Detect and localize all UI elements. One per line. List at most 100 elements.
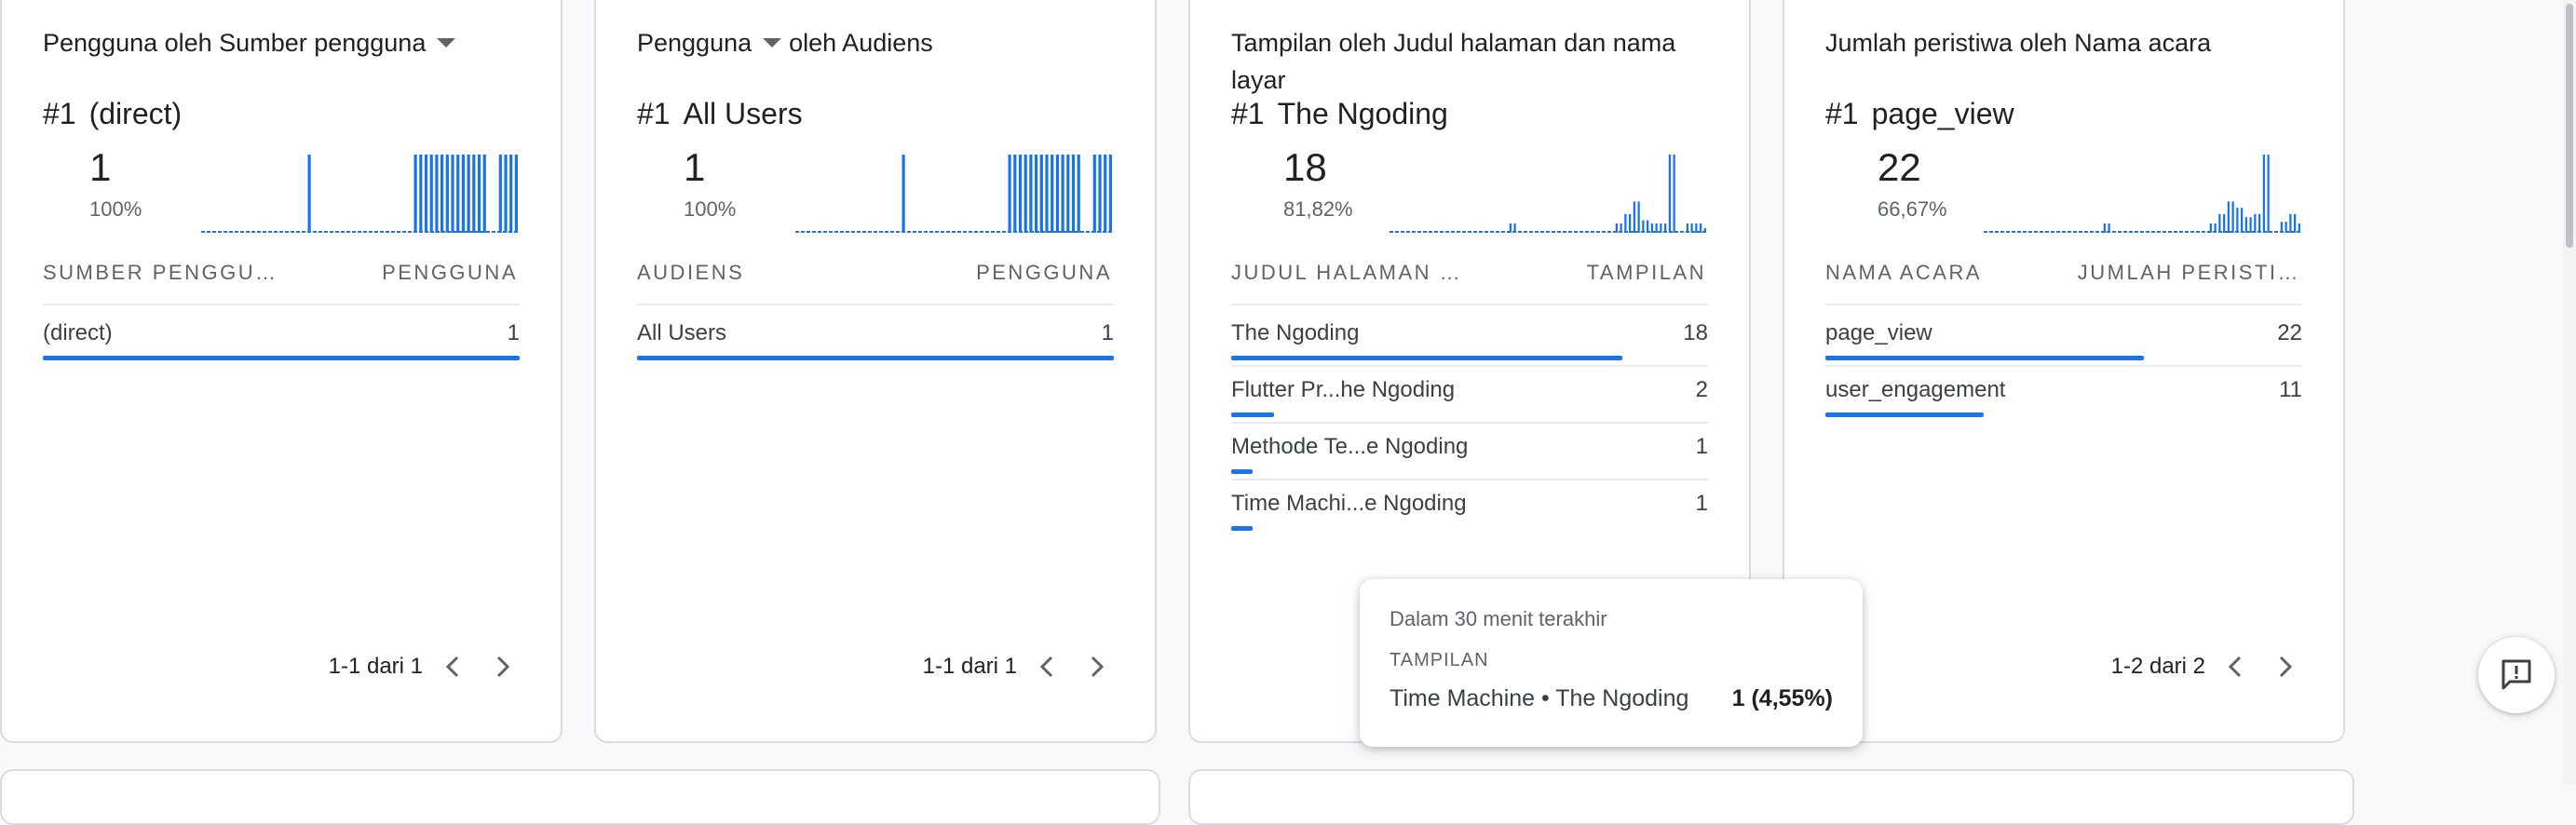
sparkline-bar[interactable] <box>414 155 417 233</box>
sparkline-bar[interactable] <box>1008 155 1011 233</box>
sparkline-bar[interactable] <box>498 155 502 233</box>
sparkline-bar[interactable] <box>1637 201 1640 233</box>
sparkline-bar[interactable] <box>307 155 311 233</box>
sparkline-bar[interactable] <box>1650 223 1653 233</box>
sparkline-bar[interactable] <box>2209 223 2212 233</box>
column-header-metric[interactable]: PENGGUNA <box>976 261 1112 285</box>
sparkline-bar[interactable] <box>456 155 460 233</box>
chevron-left-icon[interactable] <box>432 646 473 687</box>
sparkline-bar[interactable] <box>2258 213 2261 233</box>
sparkline-bar[interactable] <box>1071 155 1076 233</box>
sparkline-bar[interactable] <box>1029 155 1033 233</box>
sparkline-bar[interactable] <box>1690 223 1693 233</box>
sparkline-bar[interactable] <box>472 155 476 233</box>
sparkline-bar[interactable] <box>451 155 454 233</box>
sparkline-bar[interactable] <box>1673 155 1675 233</box>
sparkline-bar[interactable] <box>467 155 470 233</box>
chevron-right-icon[interactable] <box>1077 646 1118 687</box>
sparkline-bar[interactable] <box>2236 208 2239 233</box>
sparkline-bar[interactable] <box>2294 213 2297 233</box>
sparkline-bar[interactable] <box>1066 155 1070 233</box>
sparkline-bar[interactable] <box>1104 155 1107 233</box>
sparkline-bar[interactable] <box>1077 155 1080 233</box>
page-scrollbar[interactable] <box>2563 0 2576 784</box>
sparkline-bar[interactable] <box>2241 208 2244 233</box>
sparkline-bar[interactable] <box>2267 155 2270 233</box>
sparkline-bar[interactable] <box>2262 155 2265 233</box>
sparkline-bar[interactable] <box>1098 155 1102 233</box>
sparkline-bar[interactable] <box>461 155 465 233</box>
table-row[interactable]: Time Machi...e Ngoding 1 <box>1231 476 1708 532</box>
table-row[interactable]: All Users 1 <box>637 305 1114 361</box>
sparkline-bar[interactable] <box>1700 223 1702 233</box>
sparkline-bar[interactable] <box>1018 155 1023 233</box>
sparkline-bar[interactable] <box>1509 223 1512 233</box>
sparkline-bar[interactable] <box>482 155 486 233</box>
sparkline-bar[interactable] <box>1686 223 1688 233</box>
sparkline-bar[interactable] <box>1055 155 1059 233</box>
sparkline-bar[interactable] <box>504 155 508 233</box>
sparkline-bar[interactable] <box>2254 213 2257 233</box>
sparkline-bar[interactable] <box>1629 213 1632 233</box>
column-header-dimension[interactable]: JUDUL HALAMAN … <box>1231 261 1462 285</box>
sparkline-bar[interactable] <box>1024 155 1027 233</box>
sparkline-bar[interactable] <box>1039 155 1043 233</box>
sparkline-bar[interactable] <box>514 155 518 233</box>
sparkline-bar[interactable] <box>2214 223 2217 233</box>
sparkline-bar[interactable] <box>2249 217 2252 233</box>
column-header-metric[interactable]: PENGGUNA <box>382 261 518 285</box>
table-row[interactable]: (direct) 1 <box>43 305 520 361</box>
table-row[interactable]: page_view 22 <box>1825 305 2302 367</box>
column-header-metric[interactable]: TAMPILAN <box>1587 261 1706 285</box>
sparkline-bar[interactable] <box>1620 223 1622 233</box>
sparkline-bar[interactable] <box>1035 155 1038 233</box>
dropdown-caret-icon[interactable] <box>763 37 782 47</box>
sparkline-bar[interactable] <box>1655 223 1658 233</box>
sparkline-bar[interactable] <box>1615 223 1618 233</box>
dropdown-caret-icon[interactable] <box>437 37 456 47</box>
sparkline-bar[interactable] <box>2231 201 2234 233</box>
sparkline-bar[interactable] <box>1061 155 1064 233</box>
sparkline-bar[interactable] <box>1642 220 1645 233</box>
table-row[interactable]: user_engagement 11 <box>1825 362 2302 418</box>
sparkline-bar[interactable] <box>2298 223 2300 233</box>
chevron-right-icon[interactable] <box>2265 646 2306 687</box>
sparkline-bar[interactable] <box>419 155 423 233</box>
sparkline-bar[interactable] <box>1092 155 1096 233</box>
table-row[interactable]: Flutter Pr...he Ngoding 2 <box>1231 362 1708 424</box>
sparkline-bar[interactable] <box>1108 155 1112 233</box>
sparkline-bar[interactable] <box>435 155 439 233</box>
chevron-left-icon[interactable] <box>2215 646 2256 687</box>
sparkline-bar[interactable] <box>1051 155 1054 233</box>
chevron-right-icon[interactable] <box>482 646 523 687</box>
sparkline-bar[interactable] <box>1624 213 1627 233</box>
feedback-button[interactable] <box>2478 637 2555 713</box>
sparkline-bar[interactable] <box>1513 223 1516 233</box>
sparkline-bar[interactable] <box>1668 155 1671 233</box>
column-header-dimension[interactable]: AUDIENS <box>637 261 744 285</box>
column-header-metric[interactable]: JUMLAH PERISTI… <box>2078 261 2300 285</box>
sparkline-bar[interactable] <box>902 155 905 233</box>
column-header-dimension[interactable]: SUMBER PENGGU… <box>43 261 278 285</box>
sparkline-bar[interactable] <box>1647 220 1649 233</box>
chevron-left-icon[interactable] <box>1026 646 1067 687</box>
table-row[interactable]: Methode Te...e Ngoding 1 <box>1231 419 1708 480</box>
sparkline-bar[interactable] <box>1695 223 1698 233</box>
sparkline-bar[interactable] <box>2103 223 2106 233</box>
sparkline-bar[interactable] <box>441 155 444 233</box>
sparkline-bar[interactable] <box>2223 213 2226 233</box>
sparkline-bar[interactable] <box>2289 213 2292 233</box>
sparkline-bar[interactable] <box>1660 223 1662 233</box>
sparkline-bar[interactable] <box>445 155 449 233</box>
sparkline-bar[interactable] <box>2218 213 2221 233</box>
sparkline-bar[interactable] <box>2108 223 2110 233</box>
table-row[interactable]: The Ngoding 18 <box>1231 305 1708 367</box>
sparkline-bar[interactable] <box>509 155 513 233</box>
sparkline-bar[interactable] <box>1664 223 1667 233</box>
sparkline-bar[interactable] <box>477 155 481 233</box>
sparkline-bar[interactable] <box>1045 155 1049 233</box>
sparkline-bar[interactable] <box>2285 222 2287 233</box>
sparkline-bar[interactable] <box>1633 201 1635 233</box>
sparkline-bar[interactable] <box>1703 227 1706 233</box>
sparkline-bar[interactable] <box>424 155 428 233</box>
